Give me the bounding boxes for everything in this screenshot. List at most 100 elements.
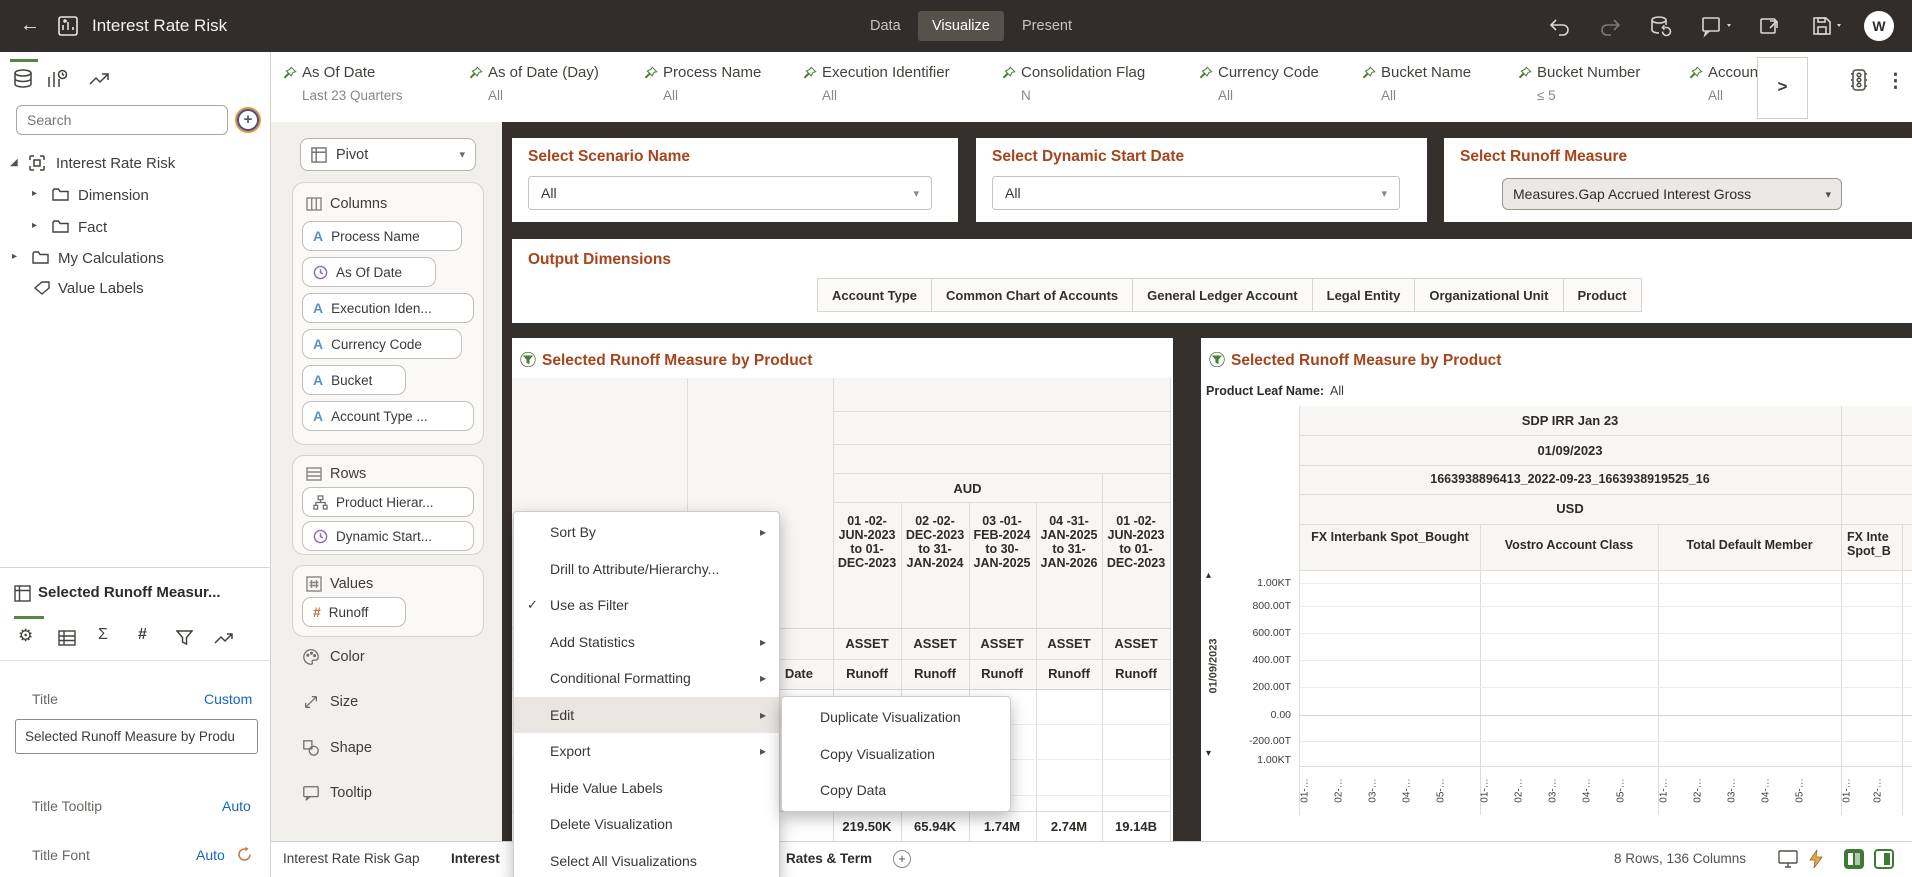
tooltip-drop-zone[interactable]: Tooltip	[302, 784, 372, 802]
menu-item-edit[interactable]: Edit ▸	[514, 696, 779, 733]
total-cell[interactable]: 19.14B	[1105, 819, 1167, 834]
band-scenario-cell[interactable]: SDP IRR Jan 23	[1299, 413, 1841, 428]
title-mode-link[interactable]: Custom	[204, 691, 252, 707]
menu-item-hide-value-labels[interactable]: Hide Value Labels	[514, 770, 779, 807]
total-cell[interactable]: 219.50K	[836, 819, 898, 834]
filter-as-of-date-day[interactable]: As of Date (Day) All	[469, 64, 599, 103]
totals-icon[interactable]: Σ	[98, 626, 108, 644]
bucket-header-cell[interactable]: 03 -01- FEB-2024 to 30- JAN-2025	[971, 514, 1033, 570]
filters-properties-icon[interactable]	[175, 630, 194, 651]
shape-drop-zone[interactable]: Shape	[302, 739, 372, 757]
asset-header-cell[interactable]: ASSET	[971, 636, 1033, 651]
column-header-cell[interactable]: FX Interbank Spot_Bought	[1301, 530, 1479, 544]
pill-account-type[interactable]: A Account Type ...	[302, 401, 474, 431]
currency-header-cell[interactable]: AUD	[833, 481, 1102, 496]
values-format-icon[interactable]: #	[138, 626, 147, 644]
analyze-properties-icon[interactable]	[214, 631, 233, 650]
dimension-button-legal-entity[interactable]: Legal Entity	[1311, 278, 1416, 312]
search-input[interactable]	[16, 105, 228, 135]
total-cell[interactable]: 65.94K	[904, 819, 966, 834]
tab-visualize[interactable]: Visualize	[918, 11, 1004, 41]
save-icon[interactable]	[1808, 14, 1848, 38]
band-currency-cell[interactable]: USD	[1299, 501, 1841, 516]
band-execution-cell[interactable]: 1663938896413_2022-09-23_1663938919525_1…	[1299, 472, 1841, 486]
undo-icon[interactable]	[1548, 14, 1572, 38]
add-canvas-button[interactable]: +	[893, 850, 911, 868]
canvas-layout-icon[interactable]	[1844, 849, 1864, 869]
pill-bucket[interactable]: A Bucket	[302, 365, 406, 395]
menu-item-select-all-visualizations[interactable]: Select All Visualizations	[514, 843, 779, 877]
filter-bar-menu-icon[interactable]: ⋮	[1886, 70, 1905, 93]
auto-apply-icon[interactable]	[1808, 849, 1824, 874]
pill-as-of-date[interactable]: As Of Date	[302, 257, 436, 287]
filter-consolidation-flag[interactable]: Consolidation Flag N	[1002, 64, 1145, 103]
tree-item-value-labels[interactable]: Value Labels	[58, 280, 144, 297]
dimension-button-account-type[interactable]: Account Type	[817, 278, 932, 312]
data-layers-icon[interactable]	[58, 629, 76, 652]
canvas-tab-3[interactable]: Rates & Term	[786, 841, 872, 876]
menu-item-drill[interactable]: Drill to Attribute/Hierarchy...	[514, 551, 779, 588]
present-flow-icon[interactable]	[1758, 14, 1782, 38]
tree-expand-icon[interactable]: ◢	[10, 157, 18, 168]
filter-bar-expand-button[interactable]: >	[1757, 57, 1808, 119]
tree-collapse-icon[interactable]: ▸	[12, 251, 17, 262]
redo-icon[interactable]	[1598, 14, 1622, 38]
dynamic-start-select[interactable]: All ▾	[992, 176, 1400, 210]
measure-header-cell[interactable]: Runoff	[904, 666, 966, 681]
canvas-layout-alt-icon[interactable]	[1874, 849, 1894, 869]
canvas-display-icon[interactable]	[1778, 850, 1798, 873]
measure-header-cell[interactable]: Runoff	[1105, 666, 1167, 681]
filter-account[interactable]: Account All	[1689, 64, 1762, 103]
title-font-mode-link[interactable]: Auto	[196, 847, 225, 863]
tab-present[interactable]: Present	[1008, 11, 1086, 41]
bucket-header-cell[interactable]: 02 -02- DEC-2023 to 31- JAN-2024	[904, 514, 966, 570]
submenu-item-copy-data[interactable]: Copy Data	[782, 772, 1010, 809]
measure-header-cell[interactable]: Runoff	[1038, 666, 1100, 681]
filter-execution-identifier[interactable]: Execution Identifier All	[803, 64, 950, 103]
menu-item-sort-by[interactable]: Sort By ▸	[514, 514, 779, 551]
bucket-header-cell[interactable]: 01 -02- JUN-2023 to 01- DEC-2023	[1105, 514, 1167, 570]
scenario-select[interactable]: All ▾	[528, 176, 932, 210]
row-scroll-down-icon[interactable]: ▾	[1206, 748, 1211, 759]
dimension-button-organizational-unit[interactable]: Organizational Unit	[1414, 278, 1564, 312]
general-properties-icon[interactable]: ⚙	[18, 626, 33, 646]
dimension-button-general-ledger-account[interactable]: General Ledger Account	[1132, 278, 1313, 312]
pill-runoff[interactable]: # Runoff	[302, 597, 406, 627]
menu-item-export[interactable]: Export ▸	[514, 733, 779, 770]
tree-collapse-icon[interactable]: ▸	[32, 188, 37, 199]
total-cell[interactable]: 2.74M	[1038, 819, 1100, 834]
submenu-item-copy-visualization[interactable]: Copy Visualization	[782, 736, 1010, 773]
pill-process-name[interactable]: A Process Name	[302, 221, 462, 251]
pill-execution-identifier[interactable]: A Execution Iden...	[302, 293, 474, 323]
tree-collapse-icon[interactable]: ▸	[32, 220, 37, 231]
menu-item-use-as-filter[interactable]: ✓ Use as Filter	[514, 587, 779, 624]
filter-process-name[interactable]: Process Name All	[644, 64, 761, 103]
menu-item-conditional-formatting[interactable]: Conditional Formatting ▸	[514, 660, 779, 697]
measure-header-cell[interactable]: Runoff	[971, 666, 1033, 681]
asset-header-cell[interactable]: ASSET	[836, 636, 898, 651]
pill-currency-code[interactable]: A Currency Code	[302, 329, 462, 359]
column-header-cell[interactable]: Total Default Member	[1660, 538, 1839, 552]
total-cell[interactable]: 1.74M	[971, 819, 1033, 834]
tree-item-fact[interactable]: Fact	[78, 219, 107, 236]
annotate-icon[interactable]	[1698, 14, 1738, 38]
tree-item-dimension[interactable]: Dimension	[78, 187, 149, 204]
bucket-header-cell[interactable]: 04 -31- JAN-2025 to 31- JAN-2026	[1038, 514, 1100, 570]
dimension-button-product[interactable]: Product	[1562, 278, 1642, 312]
menu-item-delete-visualization[interactable]: Delete Visualization	[514, 806, 779, 843]
asset-header-cell[interactable]: ASSET	[904, 636, 966, 651]
viz-type-select[interactable]: Pivot ▾	[300, 138, 476, 171]
title-value-input[interactable]	[15, 719, 258, 754]
filter-as-of-date[interactable]: As Of Date Last 23 Quarters	[283, 64, 403, 103]
title-tooltip-mode-link[interactable]: Auto	[222, 798, 251, 814]
refresh-data-icon[interactable]	[1648, 14, 1672, 38]
column-header-cell[interactable]: Vostro Account Class	[1482, 538, 1656, 552]
pill-dynamic-start-date[interactable]: Dynamic Start...	[302, 521, 474, 551]
band-date-cell[interactable]: 01/09/2023	[1299, 443, 1841, 458]
row-scroll-up-icon[interactable]: ▴	[1206, 570, 1211, 581]
color-drop-zone[interactable]: Color	[302, 648, 365, 666]
asset-header-cell[interactable]: ASSET	[1038, 636, 1100, 651]
trend-tab-icon[interactable]	[88, 70, 110, 93]
dimension-button-common-chart-of-accounts[interactable]: Common Chart of Accounts	[931, 278, 1134, 312]
measure-header-cell[interactable]: Runoff	[836, 666, 898, 681]
